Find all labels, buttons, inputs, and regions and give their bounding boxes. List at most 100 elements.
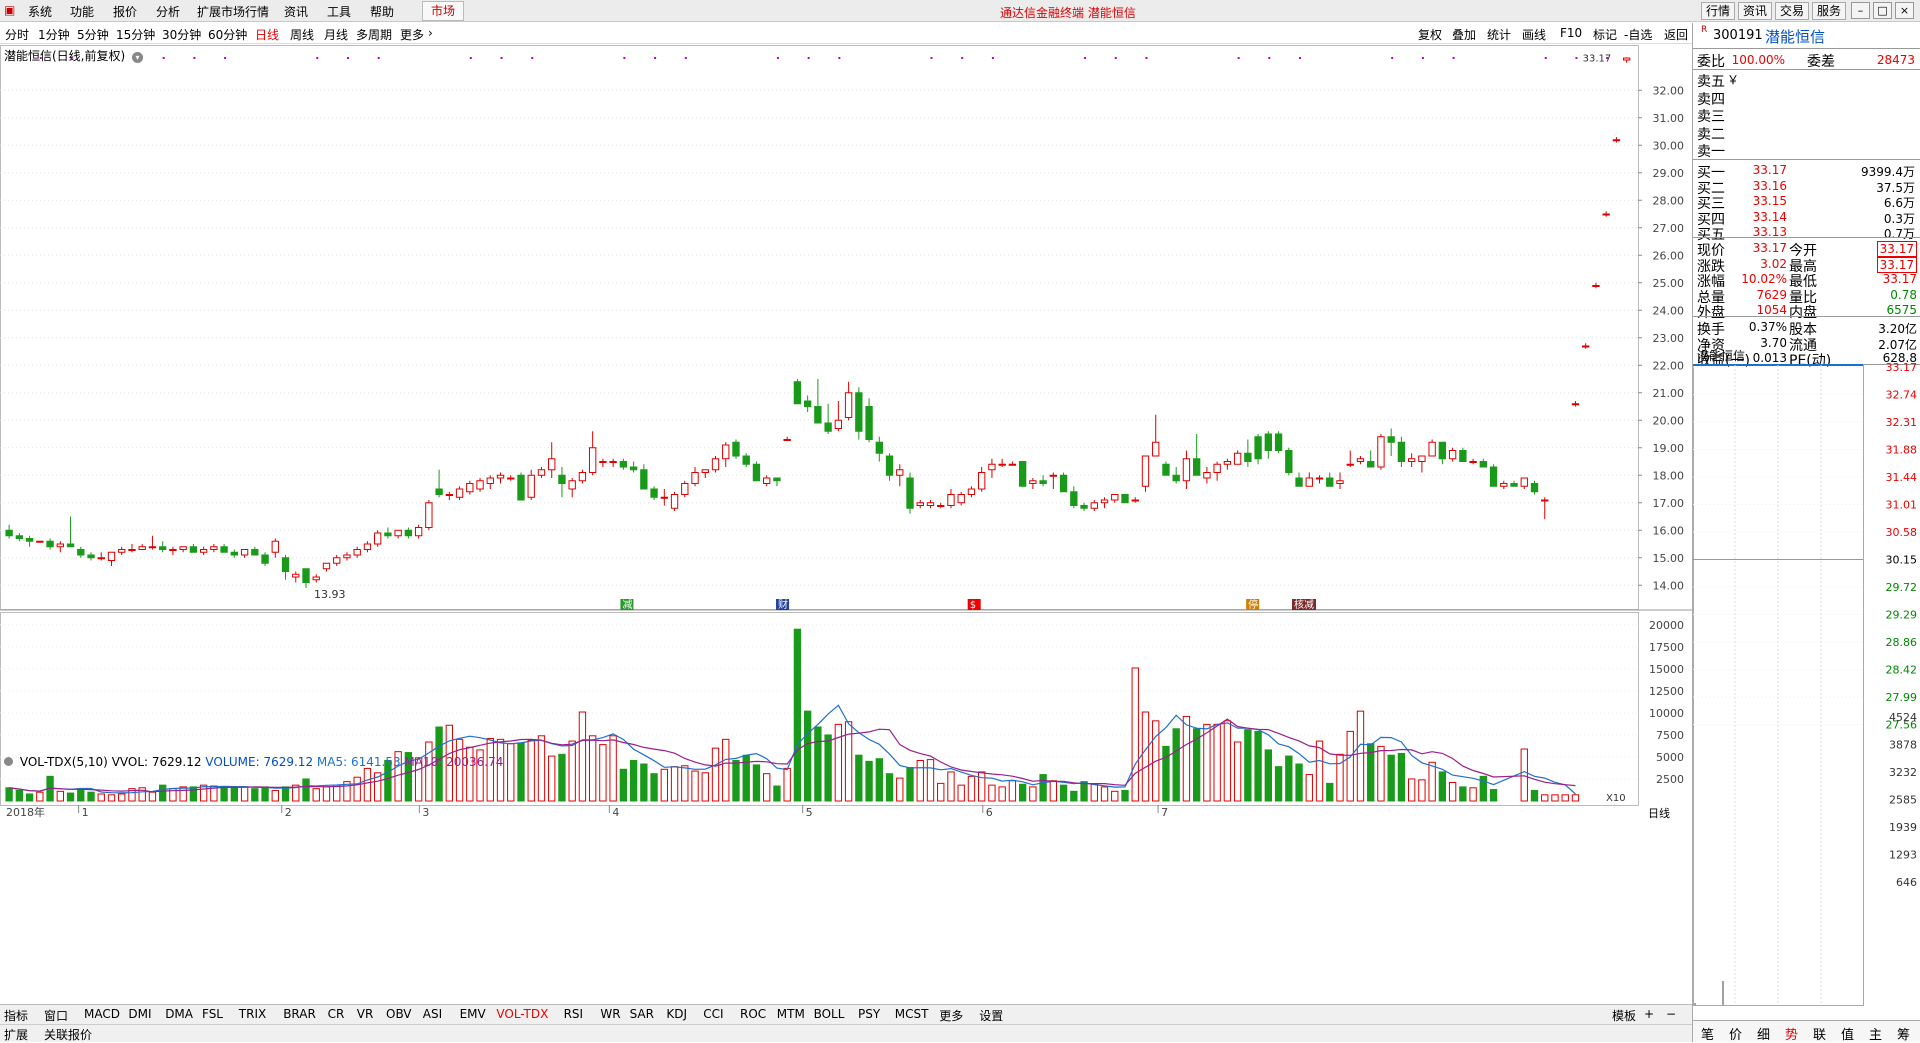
period-5min[interactable]: 5分钟 xyxy=(77,26,109,43)
close-icon[interactable]: × xyxy=(1895,2,1914,19)
divider xyxy=(1693,69,1920,70)
menu-item-help[interactable]: 帮助 xyxy=(370,3,394,20)
indicator-tab-窗口[interactable]: 窗口 xyxy=(44,1007,68,1024)
nav-trade-button[interactable]: 交易 xyxy=(1775,2,1810,20)
overlay-button[interactable]: 叠加 xyxy=(1452,26,1476,43)
indicator-tab-trix[interactable]: TRIX xyxy=(239,1007,266,1021)
period-multi[interactable]: 多周期 xyxy=(356,26,392,43)
indicator-tab-obv[interactable]: OBV xyxy=(386,1007,412,1021)
event-dot xyxy=(1268,57,1271,59)
indicator-tab-brar[interactable]: BRAR xyxy=(283,1007,316,1021)
menu-item-analysis[interactable]: 分析 xyxy=(156,3,180,20)
minimize-icon[interactable]: – xyxy=(1851,2,1870,19)
restore-rights-button[interactable]: 复权 xyxy=(1418,26,1442,43)
indicator-tab-mcst[interactable]: MCST xyxy=(895,1007,929,1021)
indicator-tab-boll[interactable]: BOLL xyxy=(814,1007,845,1021)
indicator-tab-kdj[interactable]: KDJ xyxy=(666,1007,687,1021)
period-15min[interactable]: 15分钟 xyxy=(116,26,155,43)
candle-body xyxy=(998,463,1006,466)
stock-name[interactable]: 潜能恒信 xyxy=(1765,26,1825,47)
draw-line-button[interactable]: 画线 xyxy=(1522,26,1546,43)
indicator-dot-icon[interactable] xyxy=(4,757,13,766)
mark-button[interactable]: 标记 xyxy=(1593,26,1617,43)
indicator-tab-psy[interactable]: PSY xyxy=(858,1007,880,1021)
indicator-tab-mtm[interactable]: MTM xyxy=(777,1007,805,1021)
volume-bar xyxy=(5,787,13,802)
indicator-tab-emv[interactable]: EMV xyxy=(460,1007,486,1021)
event-dot xyxy=(1544,57,1547,59)
maximize-icon[interactable]: □ xyxy=(1873,2,1892,19)
indicator-tab-vr[interactable]: VR xyxy=(357,1007,374,1021)
mini-tab-3[interactable]: 势 xyxy=(1785,1024,1798,1043)
period-1min[interactable]: 1分钟 xyxy=(38,26,70,43)
volume-bar xyxy=(1356,710,1365,802)
mini-tab-1[interactable]: 价 xyxy=(1729,1024,1742,1043)
volume-bar xyxy=(588,735,597,802)
period-timeshare[interactable]: 分时 xyxy=(5,26,29,43)
indicator-tab-fsl[interactable]: FSL xyxy=(202,1007,223,1021)
candle-body xyxy=(404,529,413,537)
zoom-in-icon[interactable]: + xyxy=(1644,1007,1654,1021)
indicator-tab-macd[interactable]: MACD xyxy=(84,1007,120,1021)
indicator-tab-sar[interactable]: SAR xyxy=(630,1007,654,1021)
volume-bar xyxy=(281,786,290,802)
mini-tab-5[interactable]: 值 xyxy=(1841,1024,1854,1043)
period-60min[interactable]: 60分钟 xyxy=(208,26,247,43)
indicator-tab-cr[interactable]: CR xyxy=(328,1007,345,1021)
price-tick-label: 18.00 xyxy=(1653,469,1685,482)
kline-chart-area[interactable]: 32.00 31.00 30.00 29.00 28.00 27.00 26.00 25.00… xyxy=(0,45,1692,1010)
remove-watchlist-button[interactable]: -自选 xyxy=(1624,26,1652,43)
mini-tab-7[interactable]: 筹 xyxy=(1897,1024,1910,1043)
nav-news-button[interactable]: 资讯 xyxy=(1738,2,1773,20)
indicator-tab-asi[interactable]: ASI xyxy=(423,1007,442,1021)
candle-body xyxy=(496,474,505,479)
indicator-tab-指标[interactable]: 指标 xyxy=(4,1007,28,1024)
indicator-tab-设置[interactable]: 设置 xyxy=(979,1007,1003,1024)
period-daily[interactable]: 日线 xyxy=(255,26,279,43)
mini-tab-2[interactable]: 细 xyxy=(1757,1024,1770,1043)
volume-bar xyxy=(865,760,873,802)
back-button[interactable]: 返回 xyxy=(1664,26,1688,43)
template-button[interactable]: 模板 xyxy=(1612,1007,1636,1024)
period-more[interactable]: 更多 xyxy=(400,26,424,43)
menu-item-quote[interactable]: 报价 xyxy=(113,3,137,20)
chart-options-icon[interactable]: ▾ xyxy=(132,52,144,63)
menu-item-ext-market[interactable]: 扩展市场行情 xyxy=(197,3,269,20)
indicator-tab-rsi[interactable]: RSI xyxy=(564,1007,584,1021)
indicator-tab-wr[interactable]: WR xyxy=(600,1007,620,1021)
zoom-out-icon[interactable]: − xyxy=(1666,1007,1676,1021)
statistics-button[interactable]: 统计 xyxy=(1487,26,1511,43)
volume-bar xyxy=(36,791,44,802)
period-monthly[interactable]: 月线 xyxy=(324,26,348,43)
candle-body xyxy=(650,488,658,498)
mini-timeshare-chart[interactable]: 33.17 32.74 32.31 31.88 31.44 31.01 30.58 30.15… xyxy=(1693,361,1920,1011)
indicator-tab-dma[interactable]: DMA xyxy=(165,1007,193,1021)
indicator-tab-cci[interactable]: CCI xyxy=(703,1007,723,1021)
chevron-right-icon[interactable]: › xyxy=(428,26,433,40)
volume-bar xyxy=(148,791,157,802)
candle-body xyxy=(1285,450,1293,473)
menu-item-function[interactable]: 功能 xyxy=(70,3,94,20)
indicator-name: VOL-TDX(5,10) xyxy=(19,755,108,769)
mini-tab-0[interactable]: 笔 xyxy=(1701,1024,1714,1043)
month-label: 1 xyxy=(82,806,89,819)
volume-bar xyxy=(947,771,955,802)
period-30min[interactable]: 30分钟 xyxy=(162,26,201,43)
mini-tab-6[interactable]: 主 xyxy=(1869,1024,1882,1043)
indicator-tab-vol-tdx[interactable]: VOL-TDX xyxy=(496,1007,548,1021)
market-tab[interactable]: 市场 xyxy=(422,1,464,21)
indicator-tab-更多[interactable]: 更多 xyxy=(939,1007,963,1024)
indicator-tab-dmi[interactable]: DMI xyxy=(128,1007,151,1021)
status-extend[interactable]: 扩展 xyxy=(4,1026,28,1043)
period-weekly[interactable]: 周线 xyxy=(290,26,314,43)
nav-service-button[interactable]: 服务 xyxy=(1812,2,1847,20)
nav-quote-button[interactable]: 行情 xyxy=(1701,2,1736,20)
f10-button[interactable]: F10 xyxy=(1560,26,1582,40)
mini-tab-4[interactable]: 联 xyxy=(1813,1024,1826,1043)
indicator-tab-roc[interactable]: ROC xyxy=(740,1007,766,1021)
menu-item-tools[interactable]: 工具 xyxy=(327,3,351,20)
candle-body xyxy=(1295,477,1303,487)
menu-item-news[interactable]: 资讯 xyxy=(284,3,308,20)
menu-item-system[interactable]: 系统 xyxy=(28,3,52,20)
status-related-quote[interactable]: 关联报价 xyxy=(44,1026,92,1043)
